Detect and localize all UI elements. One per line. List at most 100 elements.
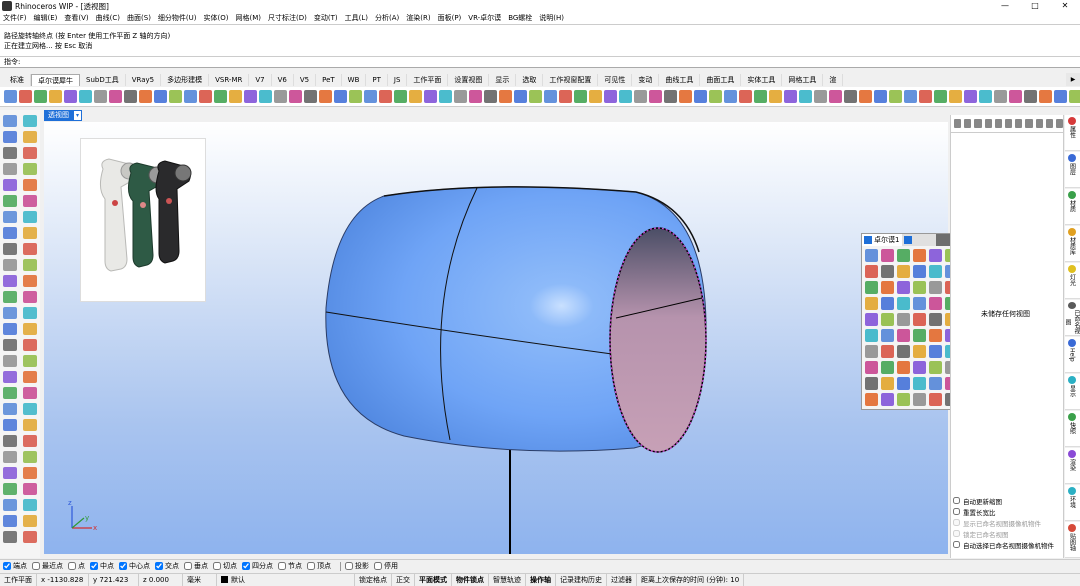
left-tool-icon[interactable] [23, 147, 37, 159]
side-panel-tab[interactable]: 快照 [1064, 411, 1080, 447]
left-tool-icon[interactable] [23, 291, 37, 303]
left-tool-icon[interactable] [3, 499, 17, 511]
floating-panel-tool-icon[interactable] [913, 345, 926, 358]
toolbar-tab[interactable]: V5 [294, 74, 317, 86]
left-tool-icon[interactable] [3, 243, 17, 255]
left-tool-icon[interactable] [23, 515, 37, 527]
toolbar-tool-icon[interactable] [34, 90, 47, 103]
toolbar-tool-icon[interactable] [229, 90, 242, 103]
osnap-option[interactable]: 点 [68, 561, 85, 571]
osnap-option[interactable]: 最近点 [32, 561, 63, 571]
left-tool-icon[interactable] [3, 323, 17, 335]
toolbar-tool-icon[interactable] [19, 90, 32, 103]
toolbar-tab[interactable]: V6 [272, 74, 294, 86]
toolbar-tool-icon[interactable] [979, 90, 992, 103]
floating-panel-tool-icon[interactable] [913, 313, 926, 326]
left-tool-icon[interactable] [3, 179, 17, 191]
side-panel-tab[interactable]: 灯光 [1064, 263, 1080, 299]
toolbar-tool-icon[interactable] [394, 90, 407, 103]
side-panel-tab[interactable]: 环境 [1064, 485, 1080, 521]
floating-panel-tool-icon[interactable] [865, 281, 878, 294]
left-tool-icon[interactable] [3, 275, 17, 287]
floating-panel-tool-icon[interactable] [929, 345, 942, 358]
floating-panel-tool-icon[interactable] [897, 297, 910, 310]
left-tool-icon[interactable] [23, 451, 37, 463]
named-views-option[interactable]: 显示已命名视图摄像机物件 [951, 517, 1064, 528]
named-views-option[interactable]: 重置长宽比 [951, 506, 1064, 517]
floating-panel-tool-icon[interactable] [913, 297, 926, 310]
named-views-tool-icon[interactable] [974, 119, 982, 128]
named-views-tool-icon[interactable] [964, 119, 972, 128]
tab-scroll-right-icon[interactable]: ▶ [1066, 73, 1080, 86]
floating-panel-tool-icon[interactable] [897, 313, 910, 326]
osnap-option[interactable]: 切点 [213, 561, 237, 571]
floating-panel-tool-icon[interactable] [865, 393, 878, 406]
menu-item[interactable]: 实体(O) [204, 13, 229, 23]
left-tool-icon[interactable] [3, 387, 17, 399]
toolbar-tool-icon[interactable] [649, 90, 662, 103]
left-tool-icon[interactable] [23, 307, 37, 319]
toolbar-tool-icon[interactable] [304, 90, 317, 103]
toolbar-tool-icon[interactable] [874, 90, 887, 103]
status-toggle[interactable]: 智慧轨迹 [489, 573, 526, 586]
osnap-checkbox[interactable] [345, 562, 353, 570]
toolbar-tool-icon[interactable] [319, 90, 332, 103]
toolbar-tool-icon[interactable] [454, 90, 467, 103]
floating-panel-tool-icon[interactable] [913, 249, 926, 262]
floating-panel-tool-icon[interactable] [881, 329, 894, 342]
toolbar-tool-icon[interactable] [274, 90, 287, 103]
floating-panel-tool-icon[interactable] [929, 329, 942, 342]
left-tool-icon[interactable] [3, 531, 17, 543]
toolbar-tool-icon[interactable] [259, 90, 272, 103]
unit-status[interactable]: 毫米 [183, 573, 217, 586]
toolbar-tool-icon[interactable] [1054, 90, 1067, 103]
toolbar-tab[interactable]: 标准 [4, 74, 31, 86]
toolbar-tool-icon[interactable] [619, 90, 632, 103]
menu-item[interactable]: 渲染(R) [406, 13, 430, 23]
toolbar-tool-icon[interactable] [544, 90, 557, 103]
floating-panel-tool-icon[interactable] [865, 377, 878, 390]
toolbar-tab[interactable]: PeT [316, 74, 342, 86]
named-views-option[interactable]: 自动选择已命名视图摄像机物件 [951, 539, 1064, 550]
toolbar-tab[interactable]: 工作视窗配置 [543, 74, 599, 86]
toolbar-tool-icon[interactable] [379, 90, 392, 103]
toolbar-tool-icon[interactable] [679, 90, 692, 103]
side-panel-tab[interactable]: Help [1064, 337, 1080, 373]
status-toggle[interactable]: 正交 [392, 573, 415, 586]
osnap-checkbox[interactable] [155, 562, 163, 570]
toolbar-tool-icon[interactable] [889, 90, 902, 103]
floating-panel-tool-icon[interactable] [865, 361, 878, 374]
left-tool-icon[interactable] [3, 371, 17, 383]
left-tool-icon[interactable] [23, 227, 37, 239]
perspective-viewport[interactable]: z y x [44, 122, 948, 554]
toolbar-tool-icon[interactable] [1039, 90, 1052, 103]
toolbar-tool-icon[interactable] [109, 90, 122, 103]
left-tool-icon[interactable] [23, 163, 37, 175]
left-tool-icon[interactable] [3, 131, 17, 143]
left-tool-icon[interactable] [3, 259, 17, 271]
floating-panel-tool-icon[interactable] [929, 361, 942, 374]
floating-panel-tab-2[interactable] [902, 234, 915, 246]
menu-item[interactable]: 文件(F) [3, 13, 27, 23]
toolbar-tool-icon[interactable] [94, 90, 107, 103]
left-tool-icon[interactable] [23, 259, 37, 271]
named-views-option-checkbox[interactable] [953, 497, 960, 504]
floating-panel-tool-icon[interactable] [865, 329, 878, 342]
floating-panel-tool-icon[interactable] [881, 265, 894, 278]
floating-panel-tool-icon[interactable] [913, 265, 926, 278]
osnap-checkbox[interactable] [374, 562, 382, 570]
left-tool-icon[interactable] [23, 531, 37, 543]
viewport-menu-arrow-icon[interactable]: ▾ [73, 110, 82, 121]
toolbar-tool-icon[interactable] [244, 90, 257, 103]
osnap-option[interactable]: 节点 [278, 561, 302, 571]
toolbar-tab[interactable]: SubD工具 [80, 74, 126, 86]
toolbar-tab[interactable]: VRay5 [126, 74, 162, 86]
toolbar-tab[interactable]: WB [342, 74, 367, 86]
toolbar-tool-icon[interactable] [754, 90, 767, 103]
left-tool-icon[interactable] [23, 179, 37, 191]
left-tool-icon[interactable] [23, 339, 37, 351]
floating-panel-tool-icon[interactable] [865, 313, 878, 326]
named-views-option-checkbox[interactable] [953, 519, 960, 526]
toolbar-tool-icon[interactable] [349, 90, 362, 103]
left-tool-icon[interactable] [23, 403, 37, 415]
